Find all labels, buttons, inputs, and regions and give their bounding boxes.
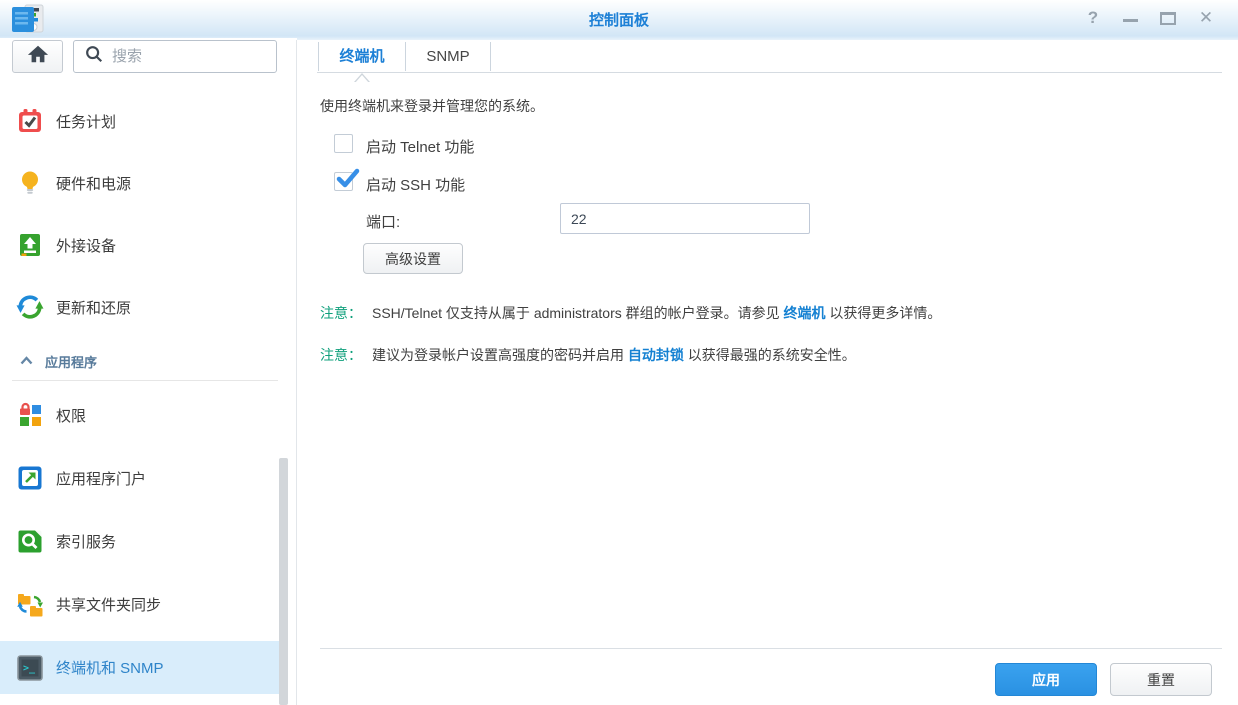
home-button[interactable] bbox=[12, 40, 63, 73]
search-input[interactable] bbox=[112, 48, 262, 65]
note-ssh-admin: 注意： SSH/Telnet 仅支持从属于 administrators 群组的帐… bbox=[320, 303, 941, 323]
update-restore-icon bbox=[16, 293, 44, 321]
note-text: 以获得最强的系统安全性。 bbox=[684, 347, 856, 363]
telnet-checkbox[interactable] bbox=[334, 134, 353, 153]
sidebar-item-application-portal[interactable]: 应用程序门户 bbox=[0, 452, 279, 504]
close-button[interactable]: ✕ bbox=[1194, 0, 1218, 36]
maximize-icon bbox=[1160, 12, 1176, 25]
sidebar-item-label: 硬件和电源 bbox=[56, 173, 131, 194]
tab-terminal[interactable]: 终端机 bbox=[319, 40, 405, 73]
sidebar-item-label: 应用程序门户 bbox=[56, 468, 146, 489]
maximize-button[interactable] bbox=[1157, 0, 1179, 36]
minimize-button[interactable] bbox=[1119, 0, 1141, 36]
note-text: 建议为登录帐户设置高强度的密码并启用 bbox=[372, 347, 628, 363]
application-portal-icon bbox=[16, 464, 44, 492]
apply-button[interactable]: 应用 bbox=[995, 663, 1097, 696]
sidebar-item-terminal-snmp[interactable]: >_ 终端机和 SNMP bbox=[0, 641, 279, 694]
sidebar-section-divider bbox=[12, 380, 278, 381]
indexing-service-icon bbox=[16, 527, 44, 555]
external-device-icon bbox=[16, 231, 44, 259]
tabbar-underline bbox=[317, 72, 1222, 73]
reset-button[interactable]: 重置 bbox=[1110, 663, 1212, 696]
sidebar-item-hardware-power[interactable]: 硬件和电源 bbox=[0, 157, 279, 209]
telnet-checkbox-label[interactable]: 启动 Telnet 功能 bbox=[366, 136, 474, 157]
sidebar-item-update-restore[interactable]: 更新和还原 bbox=[0, 281, 279, 333]
footer-divider bbox=[320, 648, 1222, 649]
lightbulb-icon bbox=[16, 169, 44, 197]
sidebar-divider-vertical bbox=[296, 40, 297, 705]
sidebar-section-label: 应用程序 bbox=[45, 352, 97, 371]
note-text: 以获得更多详情。 bbox=[826, 305, 942, 321]
search-box[interactable] bbox=[73, 40, 277, 73]
task-scheduler-icon bbox=[16, 107, 44, 135]
terminal-help-link[interactable]: 终端机 bbox=[784, 305, 826, 321]
terminal-intro-text: 使用终端机来登录并管理您的系统。 bbox=[320, 96, 544, 116]
chevron-up-icon bbox=[20, 352, 33, 370]
sidebar-item-privileges[interactable]: 权限 bbox=[0, 389, 279, 441]
sidebar-item-label: 外接设备 bbox=[56, 235, 116, 256]
sidebar-item-label: 权限 bbox=[56, 405, 86, 426]
advanced-settings-button[interactable]: 高级设置 bbox=[363, 243, 463, 274]
sidebar-item-label: 共享文件夹同步 bbox=[56, 594, 161, 615]
sidebar-item-label: 索引服务 bbox=[56, 531, 116, 552]
privileges-icon bbox=[16, 401, 44, 429]
window-title: 控制面板 bbox=[0, 9, 1238, 30]
note-tag: 注意： bbox=[320, 305, 362, 321]
sidebar-item-label: 更新和还原 bbox=[56, 297, 131, 318]
ssh-checkbox[interactable] bbox=[334, 172, 353, 191]
sidebar-item-external-devices[interactable]: 外接设备 bbox=[0, 219, 279, 271]
checkmark-icon bbox=[336, 169, 360, 191]
terminal-icon: >_ bbox=[16, 654, 44, 682]
active-tab-caret-inner bbox=[355, 75, 369, 83]
tab-snmp[interactable]: SNMP bbox=[406, 40, 490, 73]
sidebar-item-label: 终端机和 SNMP bbox=[56, 657, 164, 678]
sidebar-item-label: 任务计划 bbox=[56, 111, 116, 132]
auto-block-link[interactable]: 自动封锁 bbox=[628, 347, 684, 363]
sidebar-item-shared-folder-sync[interactable]: 共享文件夹同步 bbox=[0, 578, 279, 630]
note-text: SSH/Telnet 仅支持从属于 administrators 群组的帐户登录… bbox=[372, 305, 784, 321]
sidebar-section-applications[interactable]: 应用程序 bbox=[0, 348, 279, 374]
shared-folder-sync-icon bbox=[16, 590, 44, 618]
note-auto-block: 注意： 建议为登录帐户设置高强度的密码并启用 自动封锁 以获得最强的系统安全性。 bbox=[320, 345, 856, 365]
sidebar-scrollbar-thumb[interactable] bbox=[279, 458, 288, 705]
sidebar-item-task-scheduler[interactable]: 任务计划 bbox=[0, 95, 279, 147]
ssh-checkbox-label[interactable]: 启动 SSH 功能 bbox=[366, 174, 465, 195]
minimize-icon bbox=[1123, 19, 1138, 22]
help-button[interactable]: ? bbox=[1082, 0, 1104, 36]
port-label: 端口: bbox=[366, 211, 400, 232]
note-tag: 注意： bbox=[320, 347, 362, 363]
search-icon bbox=[84, 44, 104, 69]
home-icon bbox=[26, 43, 50, 70]
tab-separator bbox=[490, 42, 491, 71]
svg-text:>_: >_ bbox=[23, 663, 36, 674]
sidebar-item-indexing-service[interactable]: 索引服务 bbox=[0, 515, 279, 567]
port-input[interactable] bbox=[560, 203, 810, 234]
